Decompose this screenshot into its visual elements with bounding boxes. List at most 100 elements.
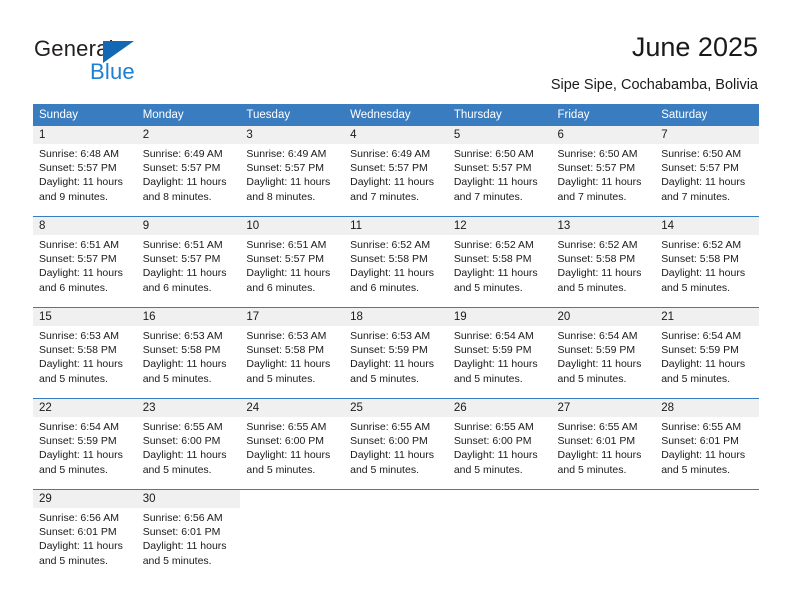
day-detail-daylight1: Daylight: 11 hours: [557, 449, 642, 462]
day-detail-sunrise: Sunrise: 6:49 AM: [246, 148, 327, 160]
calendar-day-cell[interactable]: 27 Sunrise: 6:55 AM Sunset: 6:01 PM Dayligh…: [551, 398, 656, 490]
day-number: 9: [136, 217, 241, 235]
day-detail-daylight1: Daylight: 11 hours: [39, 176, 123, 189]
calendar-day-cell[interactable]: 17 Sunrise: 6:53 AM Sunset: 5:58 PM Dayligh…: [240, 307, 345, 399]
day-cell-inner: 20 Sunrise: 6:54 AM Sunset: 5:59 PM Dayligh…: [551, 308, 656, 398]
day-detail-sunrise: Sunrise: 6:51 AM: [142, 239, 223, 251]
calendar-day-cell[interactable]: 26 Sunrise: 6:55 AM Sunset: 6:00 PM Dayligh…: [447, 398, 552, 490]
day-details: Sunrise: 6:53 AM Sunset: 5:59 PM Daylight:…: [344, 326, 448, 386]
day-detail-daylight1: Daylight: 11 hours: [142, 176, 227, 189]
day-number: 23: [136, 399, 241, 417]
day-detail-sunset: Sunset: 5:57 PM: [142, 253, 221, 266]
day-detail-sunrise: Sunrise: 6:53 AM: [246, 330, 327, 342]
day-detail-daylight2: and 6 minutes.: [39, 281, 108, 294]
calendar-day-cell[interactable]: 23 Sunrise: 6:55 AM Sunset: 6:00 PM Dayligh…: [136, 398, 241, 490]
calendar-day-cell[interactable]: 6 Sunrise: 6:50 AM Sunset: 5:57 PM Daylight…: [551, 126, 656, 217]
calendar-day-cell[interactable]: 18 Sunrise: 6:53 AM Sunset: 5:59 PM Dayligh…: [344, 307, 448, 399]
calendar-week-row: 15 Sunrise: 6:53 AM Sunset: 5:58 PM Dayligh…: [33, 307, 759, 399]
day-number: 18: [344, 308, 448, 326]
calendar-day-cell[interactable]: 4 Sunrise: 6:49 AM Sunset: 5:57 PM Daylight…: [344, 126, 448, 217]
day-cell-inner: 3 Sunrise: 6:49 AM Sunset: 5:57 PM Daylight…: [240, 126, 345, 216]
day-detail-daylight2: and 6 minutes.: [142, 281, 212, 294]
day-detail-sunset: Sunset: 5:58 PM: [350, 253, 428, 266]
weekday-header-sunday: Sunday: [33, 104, 137, 126]
day-cell-inner: 24 Sunrise: 6:55 AM Sunset: 6:00 PM Dayligh…: [240, 399, 345, 489]
calendar-day-cell[interactable]: 28 Sunrise: 6:55 AM Sunset: 6:01 PM Dayligh…: [655, 398, 759, 490]
day-detail-daylight2: and 5 minutes.: [661, 281, 731, 294]
day-cell-inner: 1 Sunrise: 6:48 AM Sunset: 5:57 PM Daylight…: [33, 126, 137, 216]
day-cell-inner: 6 Sunrise: 6:50 AM Sunset: 5:57 PM Daylight…: [551, 126, 656, 216]
day-detail-daylight2: and 5 minutes.: [453, 281, 523, 294]
general-blue-logo[interactable]: General Blue: [34, 36, 234, 86]
calendar-day-cell[interactable]: 30 Sunrise: 6:56 AM Sunset: 6:01 PM Dayligh…: [136, 489, 241, 580]
day-details: Sunrise: 6:55 AM Sunset: 6:01 PM Daylight:…: [655, 417, 759, 477]
calendar-day-cell[interactable]: 3 Sunrise: 6:49 AM Sunset: 5:57 PM Daylight…: [240, 126, 345, 217]
day-detail-daylight2: and 5 minutes.: [661, 463, 731, 476]
calendar-day-cell[interactable]: 24 Sunrise: 6:55 AM Sunset: 6:00 PM Dayligh…: [240, 398, 345, 490]
day-detail-sunrise: Sunrise: 6:50 AM: [453, 148, 534, 160]
calendar-day-cell[interactable]: 16 Sunrise: 6:53 AM Sunset: 5:58 PM Dayligh…: [136, 307, 241, 399]
day-detail-sunrise: Sunrise: 6:52 AM: [661, 239, 742, 251]
day-detail-sunrise: Sunrise: 6:55 AM: [453, 421, 534, 433]
day-details: Sunrise: 6:51 AM Sunset: 5:57 PM Daylight:…: [137, 235, 241, 295]
day-detail-daylight2: and 9 minutes.: [39, 190, 108, 203]
day-number: 11: [344, 217, 448, 235]
calendar-day-cell[interactable]: 9 Sunrise: 6:51 AM Sunset: 5:57 PM Daylight…: [136, 216, 241, 308]
calendar-day-cell[interactable]: 14 Sunrise: 6:52 AM Sunset: 5:58 PM Dayligh…: [655, 216, 759, 308]
day-cell-inner: 23 Sunrise: 6:55 AM Sunset: 6:00 PM Dayligh…: [136, 399, 241, 489]
day-detail-daylight2: and 5 minutes.: [246, 463, 316, 476]
day-detail-sunset: Sunset: 6:01 PM: [557, 435, 636, 448]
day-details: Sunrise: 6:55 AM Sunset: 6:00 PM Daylight:…: [448, 417, 552, 477]
day-detail-daylight1: Daylight: 11 hours: [39, 267, 123, 280]
day-detail-sunrise: Sunrise: 6:55 AM: [557, 421, 638, 433]
day-detail-daylight1: Daylight: 11 hours: [661, 176, 746, 189]
calendar-day-cell[interactable]: 29 Sunrise: 6:56 AM Sunset: 6:01 PM Dayligh…: [33, 489, 137, 580]
calendar-day-cell[interactable]: 19 Sunrise: 6:54 AM Sunset: 5:59 PM Dayligh…: [447, 307, 552, 399]
calendar-day-cell[interactable]: 10 Sunrise: 6:51 AM Sunset: 5:57 PM Dayligh…: [240, 216, 345, 308]
day-number: 12: [447, 217, 552, 235]
day-number: 28: [655, 399, 759, 417]
day-details: Sunrise: 6:51 AM Sunset: 5:57 PM Daylight:…: [33, 235, 137, 295]
day-cell-inner: 22 Sunrise: 6:54 AM Sunset: 5:59 PM Dayligh…: [33, 399, 137, 489]
calendar-day-cell[interactable]: 20 Sunrise: 6:54 AM Sunset: 5:59 PM Dayligh…: [551, 307, 656, 399]
day-number: 20: [551, 308, 656, 326]
calendar-day-cell[interactable]: 1 Sunrise: 6:48 AM Sunset: 5:57 PM Daylight…: [33, 126, 137, 217]
calendar-day-cell[interactable]: 12 Sunrise: 6:52 AM Sunset: 5:58 PM Dayligh…: [447, 216, 552, 308]
calendar-day-cell[interactable]: 25 Sunrise: 6:55 AM Sunset: 6:00 PM Dayligh…: [344, 398, 448, 490]
day-detail-sunrise: Sunrise: 6:54 AM: [557, 330, 638, 342]
calendar-week-row: 22 Sunrise: 6:54 AM Sunset: 5:59 PM Dayligh…: [33, 398, 759, 490]
calendar-day-cell[interactable]: 15 Sunrise: 6:53 AM Sunset: 5:58 PM Dayligh…: [33, 307, 137, 399]
day-detail-sunrise: Sunrise: 6:56 AM: [142, 512, 223, 524]
day-number: 10: [240, 217, 345, 235]
calendar-day-cell[interactable]: 5 Sunrise: 6:50 AM Sunset: 5:57 PM Daylight…: [447, 126, 552, 217]
day-details: Sunrise: 6:52 AM Sunset: 5:58 PM Daylight:…: [655, 235, 759, 295]
calendar-day-cell[interactable]: 7 Sunrise: 6:50 AM Sunset: 5:57 PM Daylight…: [655, 126, 759, 217]
day-detail-sunrise: Sunrise: 6:50 AM: [557, 148, 638, 160]
day-number: 2: [136, 126, 241, 144]
day-number: 5: [447, 126, 552, 144]
day-detail-sunrise: Sunrise: 6:55 AM: [142, 421, 223, 433]
day-cell-inner: 21 Sunrise: 6:54 AM Sunset: 5:59 PM Dayligh…: [655, 308, 759, 398]
calendar-week-row: 8 Sunrise: 6:51 AM Sunset: 5:57 PM Daylight…: [33, 216, 759, 308]
calendar-day-cell[interactable]: 22 Sunrise: 6:54 AM Sunset: 5:59 PM Dayligh…: [33, 398, 137, 490]
day-detail-daylight1: Daylight: 11 hours: [142, 540, 227, 553]
logo-text-blue: Blue: [90, 59, 135, 84]
day-detail-sunset: Sunset: 5:57 PM: [39, 162, 117, 175]
calendar-day-cell[interactable]: 11 Sunrise: 6:52 AM Sunset: 5:58 PM Dayligh…: [344, 216, 448, 308]
weekday-header-friday: Friday: [551, 104, 656, 126]
calendar-day-cell[interactable]: 2 Sunrise: 6:49 AM Sunset: 5:57 PM Daylight…: [136, 126, 241, 217]
day-detail-sunset: Sunset: 5:59 PM: [661, 344, 739, 357]
day-detail-sunset: Sunset: 5:59 PM: [453, 344, 532, 357]
calendar-body: 1 Sunrise: 6:48 AM Sunset: 5:57 PM Daylight…: [33, 126, 759, 580]
day-details: Sunrise: 6:52 AM Sunset: 5:58 PM Daylight:…: [344, 235, 448, 295]
day-detail-sunrise: Sunrise: 6:52 AM: [453, 239, 534, 251]
day-detail-sunrise: Sunrise: 6:49 AM: [350, 148, 431, 160]
calendar-day-cell[interactable]: 8 Sunrise: 6:51 AM Sunset: 5:57 PM Daylight…: [33, 216, 137, 308]
day-details: Sunrise: 6:52 AM Sunset: 5:58 PM Daylight:…: [552, 235, 656, 295]
day-detail-daylight1: Daylight: 11 hours: [661, 449, 746, 462]
calendar-day-cell[interactable]: 21 Sunrise: 6:54 AM Sunset: 5:59 PM Dayligh…: [655, 307, 759, 399]
day-detail-sunset: Sunset: 5:57 PM: [453, 162, 532, 175]
day-cell-inner: 9 Sunrise: 6:51 AM Sunset: 5:57 PM Daylight…: [136, 217, 241, 307]
calendar-day-cell[interactable]: 13 Sunrise: 6:52 AM Sunset: 5:58 PM Dayligh…: [551, 216, 656, 308]
day-detail-daylight2: and 7 minutes.: [350, 190, 419, 203]
